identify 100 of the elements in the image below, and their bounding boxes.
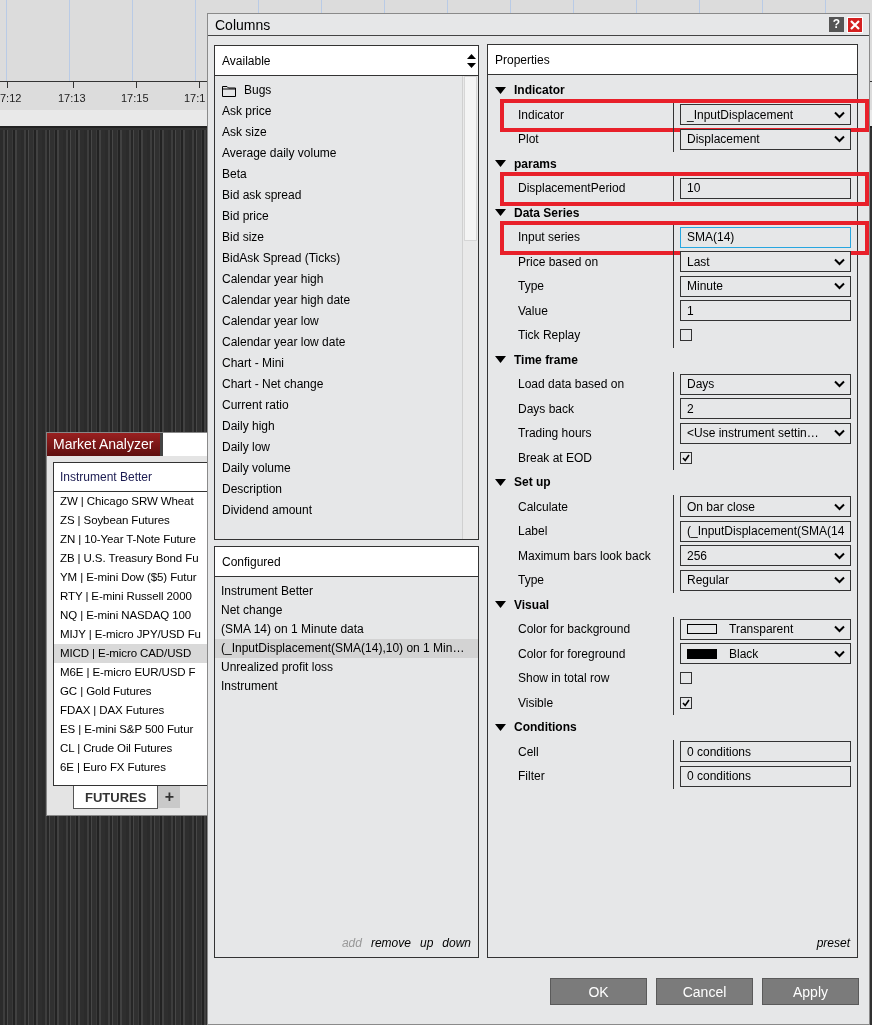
dropdown[interactable]: Days	[680, 373, 851, 395]
checkbox[interactable]	[680, 672, 692, 685]
dropdown[interactable]: Minute	[680, 275, 851, 297]
list-item[interactable]: Daily volume	[222, 458, 462, 479]
expander-icon[interactable]	[495, 723, 506, 731]
list-item[interactable]: Unrealized profit loss	[215, 658, 478, 677]
property-label: Plot	[517, 131, 540, 149]
list-item[interactable]: Bid ask spread	[222, 185, 462, 206]
close-button[interactable]	[847, 16, 863, 33]
property-label: Visible	[517, 694, 555, 712]
text-field[interactable]: 0 conditions	[680, 741, 851, 763]
list-item[interactable]: Ask price	[222, 101, 462, 122]
table-row[interactable]: CL | Crude Oil Futures	[54, 739, 207, 758]
dropdown[interactable]: <Use instrument settin…	[680, 422, 851, 444]
list-item[interactable]: Calendar year high date	[222, 290, 462, 311]
text-field[interactable]: 1	[680, 300, 851, 322]
table-row[interactable]: ZS | Soybean Futures	[54, 511, 207, 530]
chevron-icon	[834, 502, 845, 511]
dropdown[interactable]: On bar close	[680, 496, 851, 518]
list-item[interactable]: Bugs	[244, 80, 272, 101]
list-item[interactable]: Chart - Mini	[222, 353, 462, 374]
dialog-button[interactable]: Cancel	[656, 978, 753, 1005]
expander-icon[interactable]	[495, 601, 506, 609]
list-item[interactable]: Daily low	[222, 437, 462, 458]
table-row[interactable]: MIJY | E-micro JPY/USD Fu	[54, 625, 207, 644]
scrollbar-thumb[interactable]	[464, 76, 477, 241]
add-tab-button[interactable]: +	[158, 786, 181, 808]
list-item[interactable]: (SMA 14) on 1 Minute data	[215, 620, 478, 639]
dropdown[interactable]: Last	[680, 251, 851, 273]
color-dropdown[interactable]: Transparent	[680, 618, 851, 640]
action-link[interactable]: down	[442, 936, 471, 950]
property-label: Trading hours	[517, 425, 593, 443]
section-title: Conditions	[514, 720, 577, 735]
table-row[interactable]: NQ | E-mini NASDAQ 100	[54, 606, 207, 625]
dropdown[interactable]: _InputDisplacement	[680, 104, 851, 126]
dialog-button[interactable]: Apply	[762, 978, 859, 1005]
checkbox[interactable]	[680, 451, 692, 464]
expander-icon[interactable]	[495, 209, 506, 217]
chevron-icon	[834, 429, 845, 438]
list-item[interactable]: Ask size	[222, 122, 462, 143]
expander-icon[interactable]	[495, 86, 506, 94]
expander-icon[interactable]	[495, 478, 506, 486]
list-item[interactable]: Dividend amount	[222, 500, 462, 521]
list-item[interactable]: Calendar year low	[222, 311, 462, 332]
property-label: Cell	[517, 743, 540, 761]
list-item[interactable]: Instrument Better	[215, 582, 478, 601]
text-field[interactable]: SMA(14)	[680, 226, 851, 248]
help-button[interactable]: ?	[829, 17, 844, 32]
table-row[interactable]: RTY | E-mini Russell 2000	[54, 587, 207, 606]
list-item[interactable]: Bid size	[222, 227, 462, 248]
table-row[interactable]: ZB | U.S. Treasury Bond Fu	[54, 549, 207, 568]
list-item[interactable]: Daily high	[222, 416, 462, 437]
workspace-tab[interactable]: FUTURES	[73, 786, 159, 809]
preset-link[interactable]: preset	[488, 936, 857, 957]
list-item[interactable]: (_InputDisplacement(SMA(14),10) on 1 Min…	[215, 639, 478, 658]
color-dropdown[interactable]: Black	[680, 643, 851, 665]
property-label: Value	[517, 302, 549, 320]
expander-icon[interactable]	[495, 356, 506, 364]
text-field[interactable]: (_InputDisplacement(SMA(14	[680, 520, 851, 542]
property-label: Type	[517, 572, 545, 590]
table-row[interactable]: YM | E-mini Dow ($5) Futur	[54, 568, 207, 587]
list-item[interactable]: BidAsk Spread (Ticks)	[222, 248, 462, 269]
table-row[interactable]: ZN | 10-Year T-Note Future	[54, 530, 207, 549]
dialog-title: Columns	[215, 16, 272, 33]
list-item[interactable]: Calendar year high	[222, 269, 462, 290]
checkbox[interactable]	[680, 329, 692, 342]
table-row[interactable]: ZW | Chicago SRW Wheat	[54, 492, 207, 511]
property-label: Type	[517, 278, 545, 296]
chevron-icon	[834, 625, 845, 634]
text-field[interactable]: 2	[680, 398, 851, 420]
table-row[interactable]: 6E | Euro FX Futures	[54, 758, 207, 777]
action-link[interactable]: up	[419, 936, 434, 950]
list-item[interactable]: Current ratio	[222, 395, 462, 416]
table-row[interactable]: GC | Gold Futures	[54, 682, 207, 701]
text-field[interactable]: 0 conditions	[680, 765, 851, 787]
list-item[interactable]: Chart - Net change	[222, 374, 462, 395]
folder-icon	[222, 84, 236, 97]
list-item[interactable]: Calendar year low date	[222, 332, 462, 353]
list-item[interactable]: Instrument	[215, 677, 478, 696]
time-label: 17:1	[184, 92, 206, 104]
list-item[interactable]: Beta	[222, 164, 462, 185]
property-label: Color for background	[517, 621, 632, 639]
table-row[interactable]: ES | E-mini S&P 500 Futur	[54, 720, 207, 739]
property-label: Tick Replay	[517, 327, 582, 345]
table-row[interactable]: MICD | E-micro CAD/USD	[54, 644, 207, 663]
dropdown[interactable]: Displacement	[680, 128, 851, 150]
table-row[interactable]: FDAX | DAX Futures	[54, 701, 207, 720]
checkbox[interactable]	[680, 696, 692, 709]
list-item[interactable]: Bid price	[222, 206, 462, 227]
list-item[interactable]: Net change	[215, 601, 478, 620]
dialog-button[interactable]: OK	[550, 978, 647, 1005]
expander-icon[interactable]	[495, 160, 506, 168]
table-row[interactable]: M6E | E-micro EUR/USD F	[54, 663, 207, 682]
text-field[interactable]: 10	[680, 177, 851, 199]
dropdown[interactable]: 256	[680, 545, 851, 567]
property-label: Label	[517, 523, 549, 541]
list-item[interactable]: Average daily volume	[222, 143, 462, 164]
action-link[interactable]: remove	[370, 936, 411, 950]
dropdown[interactable]: Regular	[680, 569, 851, 591]
list-item[interactable]: Description	[222, 479, 462, 500]
